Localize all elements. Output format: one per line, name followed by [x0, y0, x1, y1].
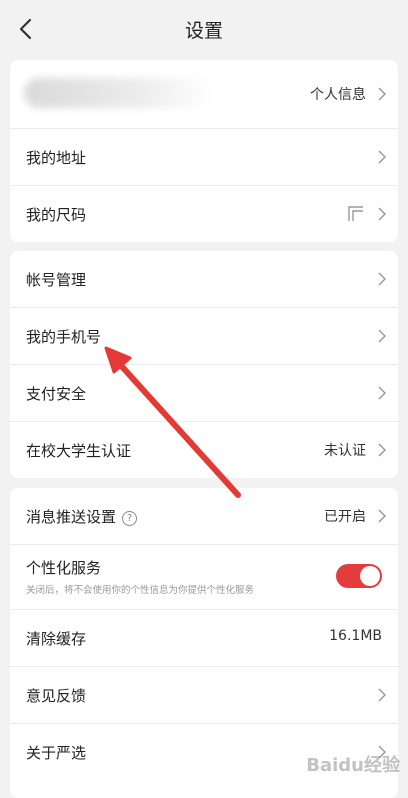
address-row[interactable]: 我的地址	[10, 129, 398, 186]
push-label: 消息推送设置?	[26, 506, 138, 527]
student-label: 在校大学生认证	[26, 442, 132, 460]
payment-label: 支付安全	[26, 385, 87, 403]
chevron-right-icon	[378, 150, 386, 164]
profile-label: 个人信息	[310, 87, 366, 103]
chevron-right-icon	[378, 386, 386, 400]
feedback-label: 意见反馈	[26, 687, 87, 705]
chevron-right-icon	[378, 688, 386, 702]
phone-row[interactable]: 我的手机号	[10, 308, 398, 365]
phone-label: 我的手机号	[26, 328, 102, 346]
account-card: 帐号管理 我的手机号 支付安全 在校大学生认证 未认证	[10, 251, 398, 478]
profile-card: 个人信息 我的地址 我的尺码	[10, 60, 398, 242]
size-label: 我的尺码	[26, 206, 87, 224]
chevron-right-icon	[378, 87, 386, 101]
toggle-knob	[360, 566, 380, 586]
cache-size: 16.1MB	[329, 628, 382, 644]
profile-row[interactable]: 个人信息	[10, 60, 398, 129]
chevron-right-icon	[378, 443, 386, 457]
account-row[interactable]: 帐号管理	[10, 251, 398, 308]
feedback-row[interactable]: 意见反馈	[10, 667, 398, 724]
personalization-row: 个性化服务 关闭后，将不会使用你的个性信息为你提供个性化服务	[10, 545, 398, 610]
qr-code-icon	[348, 206, 363, 221]
chevron-right-icon	[378, 272, 386, 286]
address-label: 我的地址	[26, 149, 87, 167]
clear-cache-row[interactable]: 清除缓存 16.1MB	[10, 610, 398, 667]
push-status: 已开启	[324, 509, 366, 525]
chevron-right-icon	[378, 509, 386, 523]
header: 设置	[0, 0, 408, 58]
student-status: 未认证	[324, 443, 366, 459]
watermark-logo: Baidu经验	[306, 755, 400, 776]
help-circle-icon[interactable]: ?	[122, 511, 138, 526]
chevron-right-icon	[378, 207, 386, 221]
clear-cache-label: 清除缓存	[26, 630, 87, 648]
push-row[interactable]: 消息推送设置? 已开启	[10, 488, 398, 545]
blurred-profile	[24, 78, 214, 108]
size-row[interactable]: 我的尺码	[10, 186, 398, 242]
chevron-right-icon	[378, 329, 386, 343]
personalization-description: 关闭后，将不会使用你的个性信息为你提供个性化服务	[26, 585, 255, 596]
payment-row[interactable]: 支付安全	[10, 365, 398, 422]
personalization-label: 个性化服务	[26, 559, 102, 577]
page-title: 设置	[184, 20, 223, 42]
account-label: 帐号管理	[26, 271, 87, 289]
student-row[interactable]: 在校大学生认证 未认证	[10, 422, 398, 478]
about-label: 关于严选	[26, 744, 87, 762]
personalization-toggle[interactable]	[336, 564, 382, 588]
